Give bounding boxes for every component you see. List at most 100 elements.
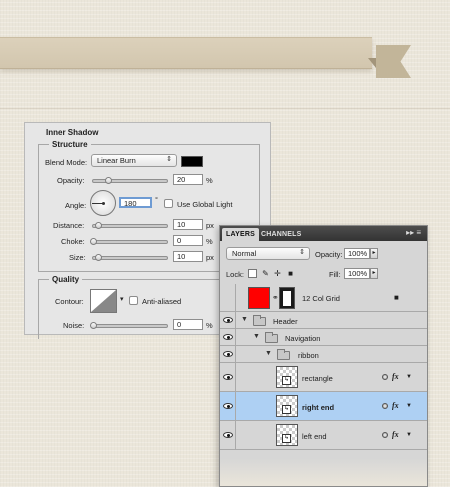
- layer-row-left-end[interactable]: ↳ left end fx ▼: [220, 421, 427, 450]
- layer-name: ribbon: [298, 351, 319, 360]
- lock-fill-row: Lock: ✎ ✛ ■ Fill: 100% ▸: [220, 267, 427, 283]
- noise-slider-thumb[interactable]: [90, 322, 97, 329]
- vector-mask-shape: [283, 291, 291, 306]
- blend-mode-value: Linear Burn: [97, 156, 136, 165]
- use-global-light-checkbox[interactable]: [164, 199, 173, 208]
- panel-bottom-fade: [220, 458, 427, 486]
- fill-arrow-icon[interactable]: ▸: [370, 268, 378, 279]
- lock-brush-icon[interactable]: ✎: [261, 269, 270, 278]
- panel-menu-icon[interactable]: ▸▸ ≡: [406, 228, 421, 237]
- layer-row-12-col-grid[interactable]: ⚭ 12 Col Grid ■: [220, 284, 427, 312]
- choke-label: Choke:: [61, 237, 85, 246]
- tab-layers[interactable]: LAYERS: [222, 228, 259, 241]
- layer-lock-icon: ■: [394, 293, 399, 302]
- ribbon-graphic: [0, 37, 372, 69]
- layer-row-navigation[interactable]: ▼ Navigation: [220, 329, 427, 346]
- eye-icon: [223, 432, 233, 438]
- choke-input[interactable]: 0: [173, 235, 203, 246]
- noise-label: Noise:: [63, 321, 85, 330]
- folder-icon: [277, 349, 290, 360]
- noise-unit: %: [206, 321, 213, 330]
- visibility-toggle[interactable]: [220, 284, 236, 311]
- angle-input[interactable]: 180: [119, 197, 152, 208]
- anti-aliased-checkbox[interactable]: [129, 296, 138, 305]
- layer-thumbnail: ↳: [276, 395, 298, 417]
- size-label: Size:: [69, 253, 86, 262]
- layer-row-right-end[interactable]: ↳ right end fx ▼: [220, 392, 427, 421]
- fx-icon[interactable]: fx: [392, 401, 399, 410]
- background-seam: [0, 108, 450, 109]
- panel-tabbar: LAYERS CHANNELS ▸▸ ≡: [220, 226, 427, 241]
- ribbon-end-graphic: [376, 45, 411, 78]
- noise-slider[interactable]: [90, 322, 168, 329]
- distance-slider-thumb[interactable]: [95, 222, 103, 229]
- opacity-slider-thumb[interactable]: [104, 177, 112, 184]
- choke-unit: %: [206, 237, 213, 246]
- lock-move-icon[interactable]: ✛: [273, 269, 282, 278]
- distance-input[interactable]: 10: [173, 219, 203, 230]
- eye-icon: [223, 403, 233, 409]
- contour-dropdown-icon[interactable]: ▾: [120, 295, 124, 303]
- fill-input[interactable]: 100%: [344, 268, 370, 279]
- fill-label: Fill:: [329, 270, 341, 279]
- blend-opacity-row: Normal ⇕ Opacity: 100% ▸: [220, 245, 427, 263]
- structure-title: Structure: [49, 140, 91, 149]
- contour-picker[interactable]: [90, 289, 117, 313]
- layer-row-ribbon[interactable]: ▼ ribbon: [220, 346, 427, 363]
- visibility-toggle[interactable]: [220, 312, 236, 328]
- shadow-color-swatch[interactable]: [181, 156, 203, 167]
- noise-input[interactable]: 0: [173, 319, 203, 330]
- smart-object-icon: ↳: [282, 434, 291, 443]
- visibility-toggle[interactable]: [220, 421, 236, 449]
- fx-expand-icon[interactable]: ▼: [406, 432, 412, 438]
- layer-name: 12 Col Grid: [302, 294, 340, 303]
- layer-style-icon: [382, 374, 388, 380]
- fx-icon[interactable]: fx: [392, 430, 399, 439]
- size-slider-thumb[interactable]: [95, 254, 103, 261]
- lock-all-icon[interactable]: ■: [286, 269, 295, 278]
- layer-name: left end: [302, 432, 327, 441]
- fx-expand-icon[interactable]: ▼: [406, 374, 412, 380]
- fx-icon[interactable]: fx: [392, 372, 399, 381]
- layer-thumbnail: ↳: [276, 366, 298, 388]
- chevron-updown-icon: ⇕: [166, 156, 172, 163]
- expand-triangle-icon[interactable]: ▼: [241, 316, 248, 323]
- angle-dial[interactable]: [90, 190, 116, 216]
- fx-expand-icon[interactable]: ▼: [406, 403, 412, 409]
- size-input[interactable]: 10: [173, 251, 203, 262]
- expand-triangle-icon[interactable]: ▼: [265, 350, 272, 357]
- opacity-unit: %: [206, 176, 213, 185]
- layer-row-header[interactable]: ▼ Header: [220, 312, 427, 329]
- expand-triangle-icon[interactable]: ▼: [253, 333, 260, 340]
- layer-name: right end: [302, 403, 335, 412]
- layer-row-rectangle[interactable]: ↳ rectangle fx ▼: [220, 363, 427, 392]
- visibility-toggle[interactable]: [220, 392, 236, 420]
- layer-blend-mode-select[interactable]: Normal ⇕: [226, 247, 310, 260]
- ribbon-fold: [368, 58, 376, 68]
- eye-icon: [223, 334, 233, 340]
- eye-icon: [223, 317, 233, 323]
- visibility-toggle[interactable]: [220, 363, 236, 391]
- visibility-toggle[interactable]: [220, 329, 236, 345]
- layer-opacity-arrow-icon[interactable]: ▸: [370, 248, 378, 259]
- layer-opacity-input[interactable]: 100%: [344, 248, 370, 259]
- tab-channels[interactable]: CHANNELS: [257, 228, 306, 241]
- layer-thumbnail: ↳: [276, 424, 298, 446]
- opacity-label: Opacity:: [57, 176, 85, 185]
- blend-mode-select[interactable]: Linear Burn ⇕: [91, 154, 177, 167]
- panel-title: Inner Shadow: [46, 128, 99, 137]
- lock-transparency-icon[interactable]: [248, 269, 257, 278]
- opacity-slider[interactable]: [92, 177, 168, 184]
- layers-panel: LAYERS CHANNELS ▸▸ ≡ Normal ⇕ Opacity: 1…: [219, 225, 428, 487]
- chevron-updown-icon: ⇕: [299, 249, 305, 256]
- blend-mode-label: Blend Mode:: [45, 158, 88, 167]
- size-slider[interactable]: [92, 254, 168, 261]
- layer-name: rectangle: [302, 374, 333, 383]
- choke-slider[interactable]: [90, 238, 168, 245]
- distance-slider[interactable]: [92, 222, 168, 229]
- choke-slider-thumb[interactable]: [90, 238, 97, 245]
- layer-name: Navigation: [285, 334, 321, 343]
- smart-object-icon: ↳: [282, 376, 291, 385]
- opacity-input[interactable]: 20: [173, 174, 203, 185]
- visibility-toggle[interactable]: [220, 346, 236, 362]
